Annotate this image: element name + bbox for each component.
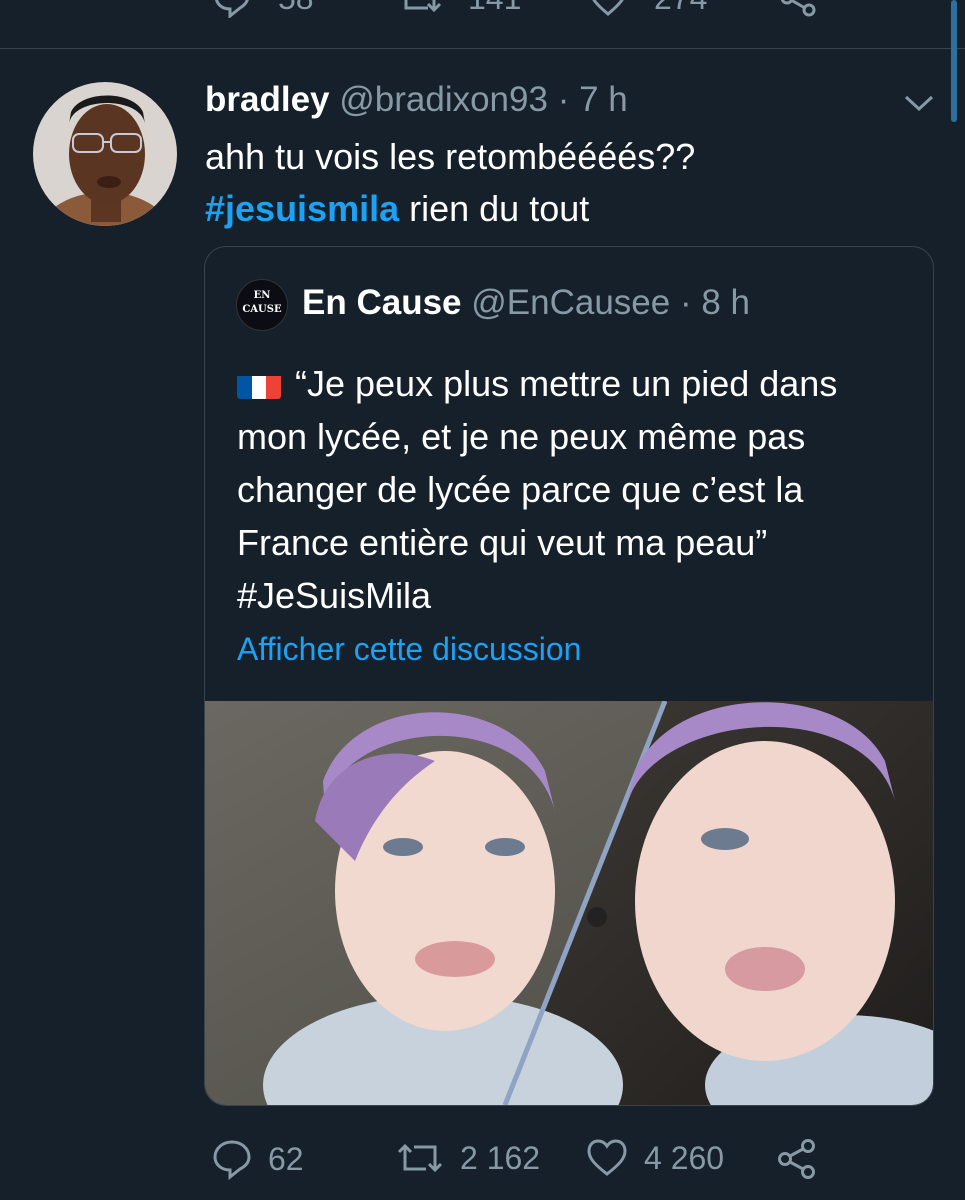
retweet-button[interactable]: 141 (398, 0, 521, 18)
timestamp[interactable]: 7 h (579, 80, 628, 119)
quoted-tweet-text-block: “Je peux plus mettre un pied dans mon ly… (237, 357, 917, 622)
tweet-header: bradley @bradixon93 · 7 h (205, 80, 628, 120)
heart-icon (587, 1139, 627, 1176)
tweet-text-line-2: #jesuismila rien du tout (205, 183, 945, 235)
chevron-down-icon[interactable] (902, 92, 936, 114)
like-button[interactable]: 274 (588, 0, 707, 18)
quoted-separator: · (679, 283, 692, 322)
quoted-tweet-header: En Cause @EnCausee · 8 h (302, 281, 750, 325)
share-icon (780, 0, 816, 17)
scrollbar[interactable] (951, 0, 957, 122)
reply-icon (215, 0, 249, 18)
share-icon (778, 1139, 815, 1179)
retweet-icon (397, 1143, 443, 1173)
quoted-media-image[interactable] (205, 700, 933, 1105)
reply-button[interactable]: 62 (212, 1138, 304, 1180)
tweet-text-rest: rien du tout (399, 188, 590, 229)
display-name[interactable]: bradley (205, 80, 330, 119)
quoted-tweet-card[interactable]: EN CAUSE En Cause @EnCausee · 8 h “Je pe… (204, 246, 934, 1106)
quoted-tweet-text: “Je peux plus mettre un pied dans mon ly… (237, 363, 838, 616)
quoted-display-name[interactable]: En Cause (302, 283, 462, 322)
france-flag-icon (237, 368, 281, 399)
reply-icon (213, 1140, 251, 1180)
quoted-avatar-logo: EN CAUSE (236, 279, 288, 331)
handle[interactable]: @bradixon93 (339, 80, 548, 119)
reply-button[interactable]: 58 (212, 0, 314, 18)
separator: · (557, 80, 570, 119)
heart-icon (592, 0, 624, 16)
tweet-text: ahh tu vois les retombéééés?? #jesuismil… (205, 131, 945, 235)
tweet-actions: 62 2 162 4 260 (0, 1138, 965, 1182)
reply-count: 62 (268, 1140, 304, 1177)
retweet-count: 2 162 (460, 1139, 541, 1176)
like-button[interactable]: 4 260 (586, 1138, 724, 1178)
tweet-divider (0, 48, 965, 49)
tweet-text-line-1: ahh tu vois les retombéééés?? (205, 136, 696, 177)
quoted-timestamp: 8 h (701, 283, 750, 322)
quoted-handle[interactable]: @EnCausee (471, 283, 670, 322)
retweet-count: 141 (468, 0, 521, 17)
logo-text-en: EN (253, 290, 271, 301)
show-thread-link[interactable]: Afficher cette discussion (237, 631, 581, 668)
hashtag-link[interactable]: #jesuismila (205, 188, 399, 229)
share-button[interactable] (776, 1138, 818, 1180)
like-count: 4 260 (644, 1139, 725, 1176)
reply-count: 58 (278, 0, 314, 17)
share-button[interactable] (778, 0, 818, 18)
retweet-button[interactable]: 2 162 (396, 1138, 540, 1178)
retweet-icon (404, 0, 442, 13)
previous-tweet-actions: 58 141 274 (0, 0, 965, 22)
avatar[interactable] (33, 82, 177, 226)
logo-text-cause: CAUSE (242, 304, 282, 315)
like-count: 274 (654, 0, 707, 17)
